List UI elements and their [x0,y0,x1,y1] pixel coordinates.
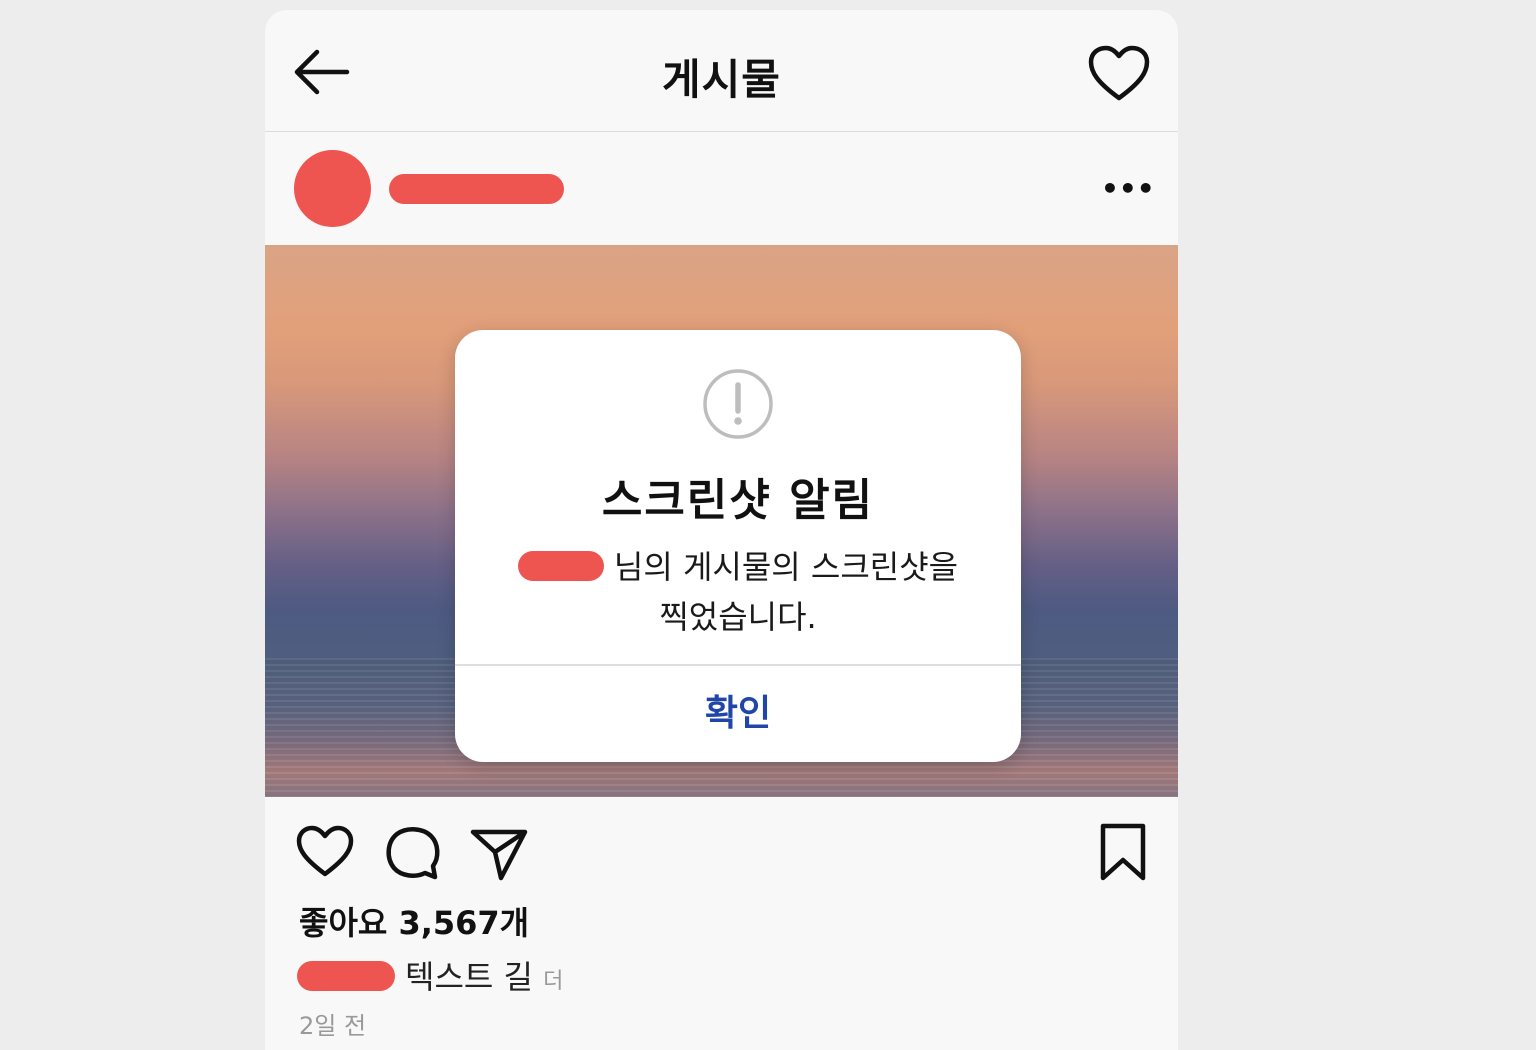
dialog-title: 스크린샷 알림 [601,475,875,526]
share-button[interactable] [469,822,529,882]
dialog-message-line-1: 님의 게시물의 스크린샷을 [455,542,1021,586]
phone-screen: 게시물 ••• 스크린샷 알림 님의 게시물의 스크린샷을 찍었습니다. 확인 … [265,10,1178,1050]
more-options-button[interactable]: ••• [1101,172,1155,206]
more-horizontal-icon: ••• [1101,172,1155,205]
comment-bubble-icon [386,827,440,880]
username-redacted[interactable] [389,174,564,204]
caption-more-link[interactable]: 더 [543,969,563,994]
username-redacted [517,551,604,581]
caption: 텍스트 길 더 [297,952,563,996]
dialog-message-text: 님의 게시물의 스크린샷을 [613,548,959,586]
activity-heart-button[interactable] [1087,44,1151,104]
top-navigation-bar: 게시물 [265,10,1178,132]
heart-outline-icon [296,825,354,877]
bookmark-icon [1100,823,1146,881]
post-action-bar [265,810,1178,890]
avatar[interactable] [294,150,371,227]
caption-username-redacted[interactable] [297,961,395,991]
screenshot-alert-dialog: 스크린샷 알림 님의 게시물의 스크린샷을 찍었습니다. 확인 [455,330,1021,762]
send-paper-plane-icon [470,829,528,881]
like-button[interactable] [295,822,355,882]
post-header: ••• [265,132,1178,245]
post-image[interactable]: 스크린샷 알림 님의 게시물의 스크린샷을 찍었습니다. 확인 [265,245,1178,797]
dialog-message-line-2: 찍었습니다. [659,598,817,636]
exclamation-circle-icon [703,369,773,439]
confirm-button[interactable]: 확인 [455,666,1021,762]
comment-button[interactable] [383,822,443,882]
caption-text: 텍스트 길 [405,958,533,996]
like-count[interactable]: 좋아요 3,567개 [299,898,529,944]
save-button[interactable] [1093,822,1153,882]
heart-outline-icon [1088,45,1150,101]
page-title: 게시물 [662,55,781,104]
